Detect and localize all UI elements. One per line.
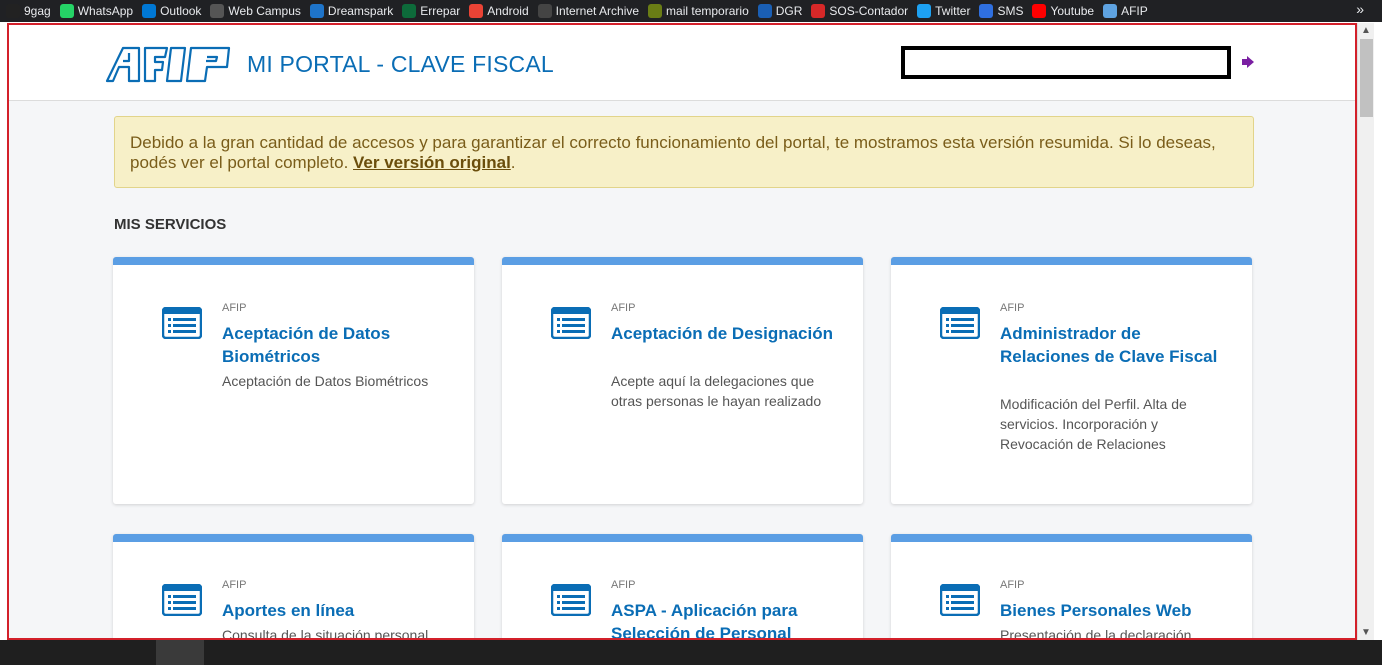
bookmark-label: Twitter: [935, 4, 971, 18]
bookmark-mail-temporario[interactable]: mail temporario: [648, 0, 749, 22]
bookmark-label: mail temporario: [666, 4, 749, 18]
bookmark-sms[interactable]: SMS: [979, 0, 1023, 22]
bookmark-afip[interactable]: AFIP: [1103, 0, 1148, 22]
service-card[interactable]: AFIP Aceptación de Datos Biométricos Ace…: [113, 257, 474, 504]
whatsapp-icon: [59, 4, 74, 18]
bookmark-android[interactable]: Android: [469, 0, 529, 22]
twitter-icon: [917, 4, 932, 18]
mail-temp-icon: [648, 4, 663, 18]
dreamspark-icon: [309, 4, 324, 18]
sms-icon: [979, 4, 994, 18]
bookmark-label: AFIP: [1121, 4, 1148, 18]
service-source: AFIP: [222, 302, 247, 314]
service-source: AFIP: [1000, 579, 1025, 591]
bookmark-youtube[interactable]: Youtube: [1032, 0, 1094, 22]
lifebuoy-icon: [811, 4, 826, 18]
service-source: AFIP: [611, 579, 636, 591]
outlook-icon: [142, 4, 157, 18]
user-name-redacted: [901, 46, 1231, 79]
globe-icon: [210, 4, 225, 18]
page-viewport: MI PORTAL - CLAVE FISCAL Debido a la gra…: [7, 23, 1357, 640]
page-scrollbar[interactable]: ▲ ▼: [1357, 23, 1374, 640]
list-icon: [162, 584, 202, 616]
bookmark-errepar[interactable]: Errepar: [402, 0, 460, 22]
list-icon: [162, 307, 202, 339]
service-card[interactable]: AFIP Administrador de Relaciones de Clav…: [891, 257, 1252, 504]
afip-logo[interactable]: [105, 45, 233, 83]
bookmark-label: Youtube: [1050, 4, 1095, 18]
list-icon: [940, 584, 980, 616]
bookmark-label: Outlook: [160, 4, 202, 18]
bookmark-9gag[interactable]: 9gag: [6, 0, 51, 22]
service-description: Presentación de la declaración: [1000, 627, 1192, 640]
bookmark-label: Dreamspark: [327, 4, 394, 18]
list-icon: [940, 307, 980, 339]
services-section-title: MIS SERVICIOS: [114, 216, 227, 233]
logout-icon[interactable]: [1241, 55, 1255, 69]
bookmark-dreamspark[interactable]: Dreamspark: [309, 0, 394, 22]
google-icon: [469, 4, 484, 18]
taskbar: [0, 640, 1382, 665]
scroll-up-arrow-icon[interactable]: ▲: [1361, 25, 1371, 36]
service-card[interactable]: AFIP Aportes en línea Consulta de la sit…: [113, 534, 474, 640]
errepar-icon: [402, 4, 417, 18]
bookmark-sos-contador[interactable]: SOS-Contador: [811, 0, 908, 22]
bookmark-label: Internet Archive: [555, 4, 640, 18]
bookmark-label: Android: [487, 4, 529, 18]
service-description: Acepte aquí la delegaciones que otras pe…: [611, 373, 822, 409]
service-title[interactable]: Aportes en línea: [222, 599, 452, 622]
service-description: Modificación del Perfil. Alta de servici…: [1000, 396, 1187, 452]
list-icon: [551, 584, 591, 616]
service-card[interactable]: AFIP ASPA - Aplicación para Selección de…: [502, 534, 863, 638]
notice-end: .: [510, 153, 516, 172]
scroll-down-arrow-icon[interactable]: ▼: [1361, 627, 1371, 638]
portal-title: MI PORTAL - CLAVE FISCAL: [247, 51, 554, 77]
service-title[interactable]: Aceptación de Datos Biométricos: [222, 322, 452, 368]
bookmark-internet-archive[interactable]: Internet Archive: [537, 0, 640, 22]
service-card[interactable]: AFIP Bienes Personales Web Presentación …: [891, 534, 1252, 640]
service-source: AFIP: [222, 579, 247, 591]
bookmark-web-campus[interactable]: Web Campus: [210, 0, 301, 22]
bookmark-label: SOS-Contador: [829, 4, 909, 18]
scroll-thumb[interactable]: [1360, 39, 1373, 117]
service-source: AFIP: [611, 302, 636, 314]
bookmark-label: DGR: [775, 4, 803, 18]
service-title[interactable]: ASPA - Aplicación para Selección de Pers…: [611, 599, 841, 638]
original-version-link[interactable]: Ver versión original: [353, 153, 511, 172]
youtube-icon: [1032, 4, 1047, 18]
service-card[interactable]: AFIP Aceptación de Designación Acepte aq…: [502, 257, 863, 504]
taskbar-app-button[interactable]: [156, 640, 204, 665]
bookmarks-overflow-button[interactable]: »: [1356, 1, 1364, 17]
service-description: Aceptación de Datos Biométricos: [222, 373, 429, 389]
bookmark-label: SMS: [997, 4, 1024, 18]
bookmark-label: Errepar: [420, 4, 461, 18]
bookmark-label: WhatsApp: [77, 4, 134, 18]
9gag-icon: [6, 4, 20, 18]
bookmark-outlook[interactable]: Outlook: [142, 0, 201, 22]
service-description: Consulta de la situación personal: [222, 627, 429, 640]
site-header: MI PORTAL - CLAVE FISCAL: [9, 25, 1355, 101]
bookmark-whatsapp[interactable]: WhatsApp: [59, 0, 134, 22]
bookmarks-bar: 9gag WhatsApp Outlook Web Campus Dreamspark E…: [0, 0, 1382, 22]
notice-banner: Debido a la gran cantidad de accesos y p…: [114, 116, 1254, 188]
list-icon: [551, 307, 591, 339]
notice-text: Debido a la gran cantidad de accesos y p…: [130, 133, 1216, 172]
service-source: AFIP: [1000, 302, 1025, 314]
bookmark-twitter[interactable]: Twitter: [917, 0, 970, 22]
dgr-icon: [757, 4, 772, 18]
bookmark-dgr[interactable]: DGR: [757, 0, 803, 22]
archive-icon: [537, 4, 552, 18]
bookmark-label: Web Campus: [228, 4, 301, 18]
bookmark-label: 9gag: [24, 4, 51, 18]
afip-icon: [1103, 4, 1118, 18]
service-title[interactable]: Administrador de Relaciones de Clave Fis…: [1000, 322, 1230, 368]
service-title[interactable]: Bienes Personales Web: [1000, 599, 1230, 622]
service-title[interactable]: Aceptación de Designación: [611, 322, 841, 345]
